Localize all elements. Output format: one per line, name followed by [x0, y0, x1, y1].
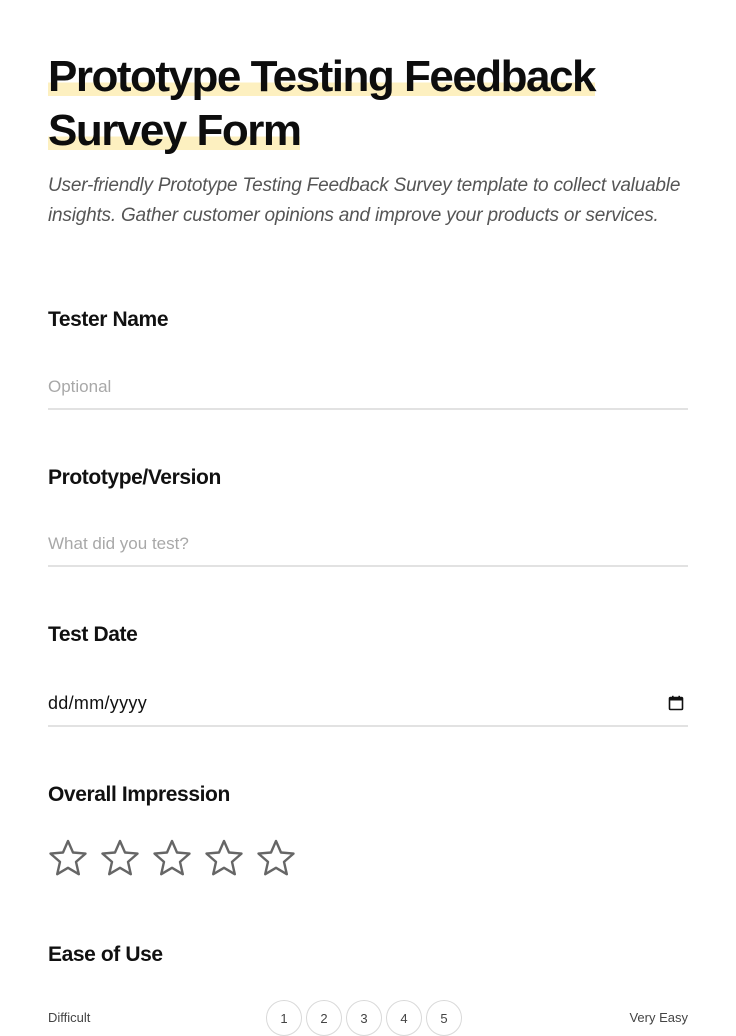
- form-description: User-friendly Prototype Testing Feedback…: [48, 175, 681, 226]
- star-icon[interactable]: [48, 838, 88, 878]
- scale-low-label: Difficult: [48, 1010, 91, 1025]
- star-icon[interactable]: [100, 838, 140, 878]
- test-date-placeholder: dd/mm/yyyy: [48, 692, 148, 713]
- star-rating: [48, 838, 296, 878]
- tester-name-input[interactable]: [48, 377, 688, 397]
- tester-name-field-wrapper: [48, 366, 688, 410]
- prototype-version-field-wrapper: [48, 523, 688, 567]
- ease-of-use-scale: 1 2 3 4 5: [266, 1000, 462, 1036]
- star-icon[interactable]: [152, 838, 192, 878]
- star-icon[interactable]: [204, 838, 244, 878]
- ease-of-use-label: Ease of Use: [48, 943, 163, 966]
- tester-name-label: Tester Name: [48, 308, 169, 331]
- scale-option[interactable]: 2: [306, 1000, 342, 1036]
- scale-option[interactable]: 3: [346, 1000, 382, 1036]
- scale-option[interactable]: 1: [266, 1000, 302, 1036]
- scale-option[interactable]: 5: [426, 1000, 462, 1036]
- survey-form-page: Prototype Testing Feedback Survey Form U…: [0, 0, 736, 1036]
- form-title-line-2: Survey Form: [48, 106, 302, 155]
- test-date-label: Test Date: [48, 623, 138, 646]
- scale-high-label: Very Easy: [629, 1010, 688, 1025]
- star-icon[interactable]: [256, 838, 296, 878]
- form-title: Prototype Testing Feedback Survey Form: [48, 50, 688, 158]
- test-date-input[interactable]: dd/mm/yyyy: [48, 681, 688, 727]
- prototype-version-label: Prototype/Version: [48, 466, 221, 489]
- prototype-version-input[interactable]: [48, 534, 688, 554]
- scale-option[interactable]: 4: [386, 1000, 422, 1036]
- form-title-line-1: Prototype Testing Feedback: [48, 52, 596, 101]
- overall-impression-label: Overall Impression: [48, 783, 230, 806]
- calendar-icon[interactable]: [666, 693, 686, 713]
